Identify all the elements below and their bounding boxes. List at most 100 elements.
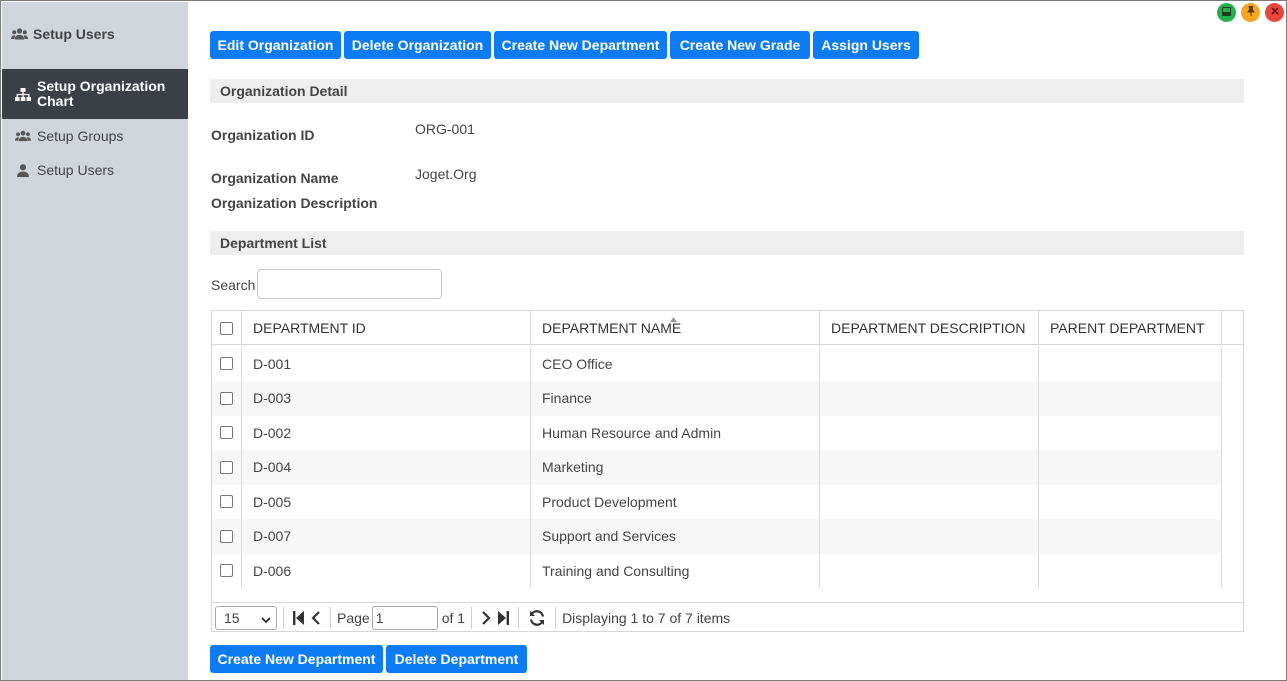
create-new-department-button[interactable]: Create New Department bbox=[494, 31, 667, 59]
row-checkbox-cell bbox=[212, 380, 242, 416]
first-page-icon[interactable] bbox=[293, 610, 305, 625]
cell-parent-department bbox=[1039, 518, 1222, 554]
user-icon bbox=[15, 163, 31, 177]
cell-department-description bbox=[820, 449, 1039, 485]
page-number-input[interactable]: 1 bbox=[371, 605, 438, 630]
previous-page-icon[interactable] bbox=[311, 610, 321, 625]
pin-icon bbox=[1247, 6, 1255, 19]
cell-department-id: D-001 bbox=[242, 346, 531, 381]
organization-name-value: Joget.Org bbox=[415, 166, 477, 182]
column-header-department-id[interactable]: DEPARTMENT ID bbox=[242, 311, 531, 345]
sidebar: Setup Users Setup Organization Chart Set… bbox=[2, 2, 188, 680]
row-checkbox[interactable] bbox=[220, 495, 233, 508]
cell-department-id: D-003 bbox=[242, 380, 531, 416]
close-icon bbox=[1270, 7, 1279, 18]
cell-department-description bbox=[820, 415, 1039, 450]
window-pin-button[interactable] bbox=[1241, 3, 1260, 22]
chevron-down-icon bbox=[261, 610, 271, 626]
column-header-department-description[interactable]: DEPARTMENT DESCRIPTION bbox=[820, 311, 1039, 345]
select-all-checkbox[interactable] bbox=[220, 321, 233, 335]
column-header-department-name[interactable]: DEPARTMENT NAME bbox=[531, 311, 820, 345]
delete-department-button[interactable]: Delete Department bbox=[386, 645, 527, 673]
page-size-value: 15 bbox=[224, 609, 240, 626]
cell-parent-department bbox=[1039, 484, 1222, 519]
search-label: Search bbox=[211, 277, 256, 293]
organization-id-label: Organization ID bbox=[211, 127, 315, 143]
sidebar-title-label: Setup Users bbox=[33, 26, 115, 42]
page-of-label: of 1 bbox=[441, 609, 466, 626]
table-row[interactable]: D-002 Human Resource and Admin bbox=[212, 415, 1222, 450]
cell-parent-department bbox=[1039, 415, 1222, 450]
select-all-cell bbox=[212, 311, 242, 345]
pager-divider bbox=[283, 606, 284, 629]
window-dock-button[interactable] bbox=[1217, 3, 1236, 22]
table-row[interactable]: D-003 Finance bbox=[212, 380, 1222, 416]
row-checkbox[interactable] bbox=[220, 564, 233, 577]
sidebar-item-setup-users[interactable]: Setup Users bbox=[2, 160, 188, 180]
table-row[interactable]: D-005 Product Development bbox=[212, 484, 1222, 519]
sidebar-item-label: Setup Users bbox=[37, 161, 115, 178]
sidebar-item-label: Setup Organization Chart bbox=[37, 78, 166, 109]
window-icon bbox=[1222, 6, 1231, 19]
organization-description-label: Organization Description bbox=[211, 195, 378, 211]
cell-department-name: Training and Consulting bbox=[531, 553, 820, 588]
sidebar-item-label: Setup Groups bbox=[37, 127, 124, 144]
table-row[interactable]: D-006 Training and Consulting bbox=[212, 553, 1222, 588]
pager-divider bbox=[518, 606, 520, 629]
assign-users-button[interactable]: Assign Users bbox=[813, 31, 919, 59]
users-icon bbox=[15, 130, 31, 142]
delete-organization-button[interactable]: Delete Organization bbox=[344, 31, 491, 59]
row-checkbox[interactable] bbox=[220, 460, 233, 474]
table-row[interactable]: D-007 Support and Services bbox=[212, 518, 1222, 554]
search-input[interactable] bbox=[257, 269, 442, 299]
row-checkbox[interactable] bbox=[220, 357, 233, 370]
cell-department-name: Finance bbox=[531, 380, 820, 416]
cell-department-description bbox=[820, 553, 1039, 588]
sidebar-item-setup-groups[interactable]: Setup Groups bbox=[2, 126, 188, 146]
cell-department-name: Product Development bbox=[531, 484, 820, 519]
bottom-create-new-department-button[interactable]: Create New Department bbox=[210, 645, 383, 673]
row-checkbox[interactable] bbox=[220, 391, 233, 405]
sidebar-item-setup-organization-chart[interactable]: Setup Organization Chart bbox=[2, 69, 188, 119]
window-close-button[interactable] bbox=[1265, 3, 1284, 22]
users-icon bbox=[11, 28, 28, 40]
column-header-parent-department[interactable]: PARENT DEPARTMENT bbox=[1039, 311, 1222, 345]
cell-department-description bbox=[820, 518, 1039, 554]
pager-display-text: Displaying 1 to 7 of 7 items bbox=[562, 609, 731, 626]
edit-organization-button[interactable]: Edit Organization bbox=[210, 31, 341, 59]
department-table: DEPARTMENT ID DEPARTMENT NAME DEPARTMENT… bbox=[211, 310, 1244, 632]
page-size-select[interactable]: 15 bbox=[215, 605, 277, 630]
cell-department-id: D-002 bbox=[242, 415, 531, 450]
sidebar-title: Setup Users bbox=[11, 26, 115, 42]
row-checkbox-cell bbox=[212, 553, 242, 588]
organization-id-value: ORG-001 bbox=[415, 121, 475, 137]
refresh-icon[interactable] bbox=[528, 609, 546, 627]
table-header: DEPARTMENT ID DEPARTMENT NAME DEPARTMENT… bbox=[212, 311, 1243, 345]
column-header-label: DEPARTMENT NAME bbox=[542, 320, 682, 336]
last-page-icon[interactable] bbox=[497, 610, 510, 625]
cell-department-id: D-007 bbox=[242, 518, 531, 554]
row-checkbox[interactable] bbox=[220, 426, 233, 439]
row-checkbox[interactable] bbox=[220, 529, 233, 543]
cell-department-name: Support and Services bbox=[531, 518, 820, 554]
cell-parent-department bbox=[1039, 553, 1222, 588]
page-label: Page bbox=[337, 609, 370, 626]
create-new-grade-button[interactable]: Create New Grade bbox=[670, 31, 810, 59]
next-page-icon[interactable] bbox=[481, 610, 491, 625]
table-row[interactable]: D-001 CEO Office bbox=[212, 346, 1222, 381]
app-frame: Setup Users Setup Organization Chart Set… bbox=[0, 0, 1287, 681]
cell-department-name: Human Resource and Admin bbox=[531, 415, 820, 450]
row-checkbox-cell bbox=[212, 518, 242, 554]
cell-parent-department bbox=[1039, 380, 1222, 416]
pager-divider bbox=[330, 606, 331, 629]
row-checkbox-cell bbox=[212, 449, 242, 485]
cell-parent-department bbox=[1039, 449, 1222, 485]
cell-department-id: D-004 bbox=[242, 449, 531, 485]
row-checkbox-cell bbox=[212, 346, 242, 381]
table-row[interactable]: D-004 Marketing bbox=[212, 449, 1222, 485]
sort-up-icon bbox=[670, 309, 677, 325]
pagination-bar: 15 Page 1 of 1 Displaying 1 to 7 of 7 it… bbox=[212, 602, 1243, 632]
organization-name-label: Organization Name bbox=[211, 170, 339, 186]
cell-parent-department bbox=[1039, 346, 1222, 381]
cell-department-name: Marketing bbox=[531, 449, 820, 485]
